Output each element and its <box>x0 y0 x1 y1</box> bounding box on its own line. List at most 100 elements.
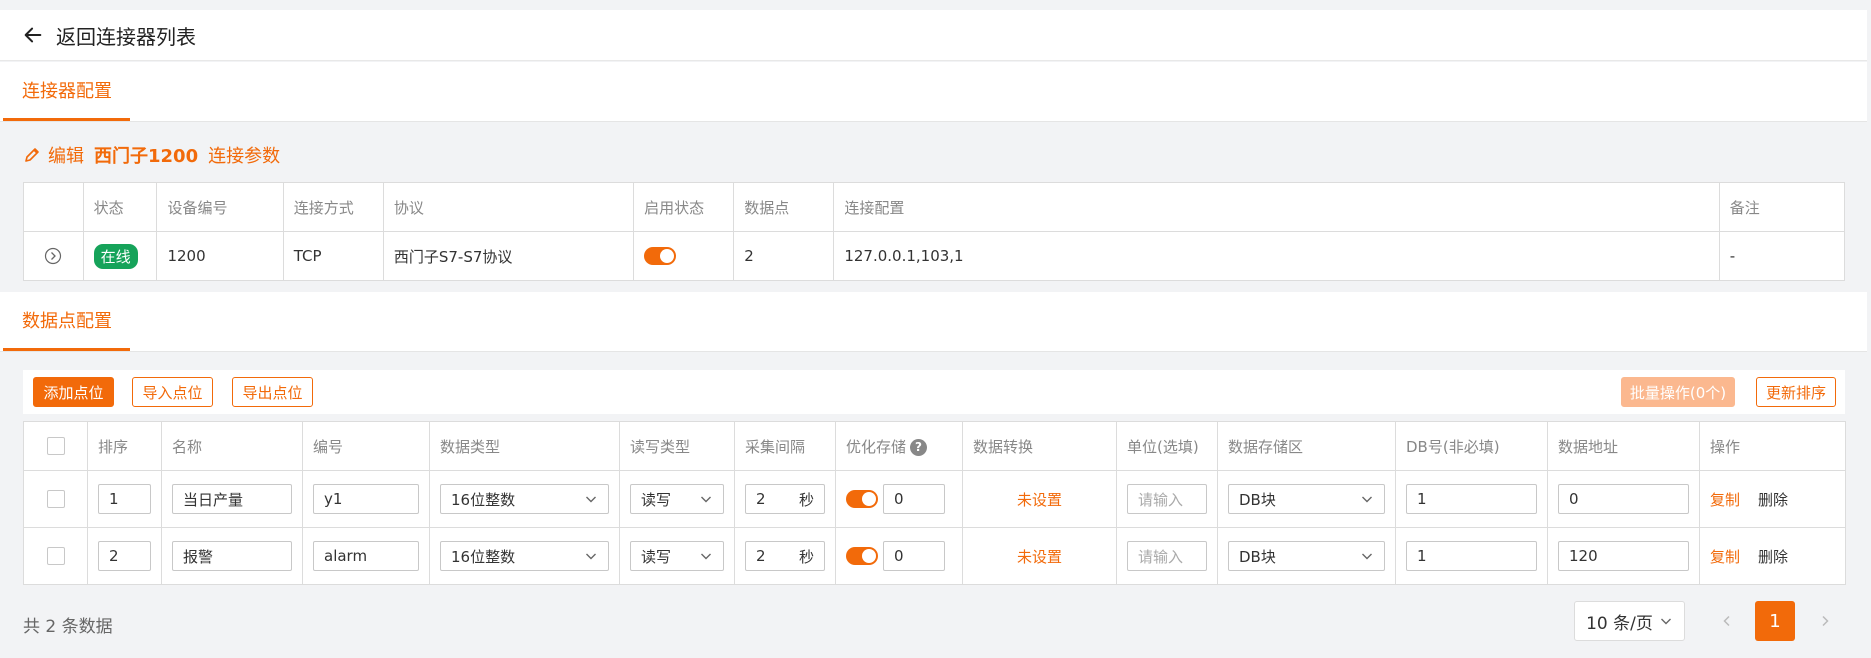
addr-input[interactable]: 0 <box>1558 484 1689 514</box>
dtype-cell: 16位整数 <box>429 527 620 585</box>
tab-connector-config[interactable]: 连接器配置 <box>3 61 130 121</box>
total-count: 共 2 条数据 <box>23 617 113 637</box>
code-input[interactable]: y1 <box>313 484 419 514</box>
convert-link[interactable]: 未设置 <box>1017 491 1062 509</box>
copy-link[interactable]: 复制 <box>1710 548 1740 566</box>
chevron-down-icon <box>1660 618 1671 625</box>
add-point-button[interactable]: 添加点位 <box>33 377 114 407</box>
rw-select[interactable]: 读写 <box>630 541 724 571</box>
interval-input[interactable]: 2秒 <box>745 541 825 571</box>
db-input[interactable]: 1 <box>1406 484 1537 514</box>
col-opt-storage-label: 优化存储 <box>846 437 907 456</box>
page-size-value: 10 条/页 <box>1586 613 1653 634</box>
opt-storage-toggle[interactable] <box>846 490 878 508</box>
connector-table: 状态 设备编号 连接方式 协议 启用状态 数据点 连接配置 备注 在线 1200 <box>23 182 1846 281</box>
import-points-button[interactable]: 导入点位 <box>132 377 213 407</box>
addr-input[interactable]: 120 <box>1558 541 1689 571</box>
col-db: DB号(非必填) <box>1395 421 1548 471</box>
enabled-cell <box>633 231 735 281</box>
help-icon[interactable]: ? <box>910 438 928 456</box>
status-badge: 在线 <box>93 243 138 269</box>
delete-link[interactable]: 删除 <box>1758 491 1788 509</box>
interval-cell: 2秒 <box>734 527 836 585</box>
page-number-button[interactable]: 1 <box>1755 601 1795 641</box>
opt-storage-input[interactable]: 0 <box>883 541 945 571</box>
db-cell: 1 <box>1395 527 1548 585</box>
delete-link[interactable]: 删除 <box>1758 548 1788 566</box>
back-bar[interactable]: 返回连接器列表 <box>0 10 1867 61</box>
points-table-header: 排序 名称 编号 数据类型 读写类型 采集间隔 优化存储? 数据转换 单位(选填… <box>23 421 1846 471</box>
update-order-button[interactable]: 更新排序 <box>1756 377 1836 407</box>
pencil-icon <box>25 148 39 162</box>
db-cell: 1 <box>1395 470 1548 528</box>
dtype-cell: 16位整数 <box>429 470 620 528</box>
area-select[interactable]: DB块 <box>1228 541 1385 571</box>
convert-link[interactable]: 未设置 <box>1017 548 1062 566</box>
chevron-down-icon <box>586 553 596 560</box>
col-enabled: 启用状态 <box>633 182 735 232</box>
page: 返回连接器列表 连接器配置 编辑 西门子1200 连接参数 状态 设备编号 连接… <box>0 0 1871 658</box>
col-convert: 数据转换 <box>962 421 1117 471</box>
prev-page-button[interactable] <box>1712 601 1742 641</box>
code-input[interactable]: alarm <box>313 541 419 571</box>
batch-operation-button[interactable]: 批量操作(0个) <box>1621 377 1735 407</box>
back-to-list-link[interactable]: 返回连接器列表 <box>56 21 196 50</box>
area-select[interactable]: DB块 <box>1228 484 1385 514</box>
rw-cell: 读写 <box>619 470 735 528</box>
points-cell: 2 <box>733 231 835 281</box>
name-input[interactable]: 报警 <box>172 541 292 571</box>
db-input[interactable]: 1 <box>1406 541 1537 571</box>
col-status: 状态 <box>82 182 158 232</box>
col-opt-storage: 优化存储? <box>835 421 963 471</box>
code-cell: alarm <box>302 527 430 585</box>
edit-suffix: 连接参数 <box>208 146 281 167</box>
actions-cell: 复制 删除 <box>1699 470 1846 528</box>
enabled-toggle[interactable] <box>644 247 677 266</box>
export-points-button[interactable]: 导出点位 <box>232 377 313 407</box>
expand-cell[interactable] <box>23 231 84 281</box>
row-checkbox[interactable] <box>46 490 65 509</box>
name-input[interactable]: 当日产量 <box>172 484 292 514</box>
page-size-select[interactable]: 10 条/页 <box>1574 601 1685 641</box>
dtype-value: 16位整数 <box>451 490 516 509</box>
unit-cell: 请输入 <box>1116 470 1218 528</box>
select-cell <box>23 470 88 528</box>
opt-storage-input[interactable]: 0 <box>883 484 945 514</box>
config-cell: 127.0.0.1,103,1 <box>833 231 1720 281</box>
next-page-button[interactable] <box>1810 601 1840 641</box>
copy-link[interactable]: 复制 <box>1710 491 1740 509</box>
connector-config-tabbar: 连接器配置 <box>0 62 1867 122</box>
tab-datapoint-config[interactable]: 数据点配置 <box>3 291 130 351</box>
convert-cell: 未设置 <box>962 527 1117 585</box>
interval-unit: 秒 <box>798 547 814 566</box>
col-area: 数据存储区 <box>1217 421 1396 471</box>
rw-select[interactable]: 读写 <box>630 484 724 514</box>
chevron-down-icon <box>701 553 711 560</box>
actions-cell: 复制 删除 <box>1699 527 1846 585</box>
row-checkbox[interactable] <box>46 547 65 566</box>
unit-input[interactable]: 请输入 <box>1127 541 1207 571</box>
interval-value: 2 <box>756 490 766 508</box>
col-device-no: 设备编号 <box>156 182 284 232</box>
device-no-cell: 1200 <box>156 231 284 281</box>
opt-storage-toggle[interactable] <box>846 547 878 565</box>
interval-unit: 秒 <box>798 490 814 509</box>
unit-input[interactable]: 请输入 <box>1127 484 1207 514</box>
dtype-select[interactable]: 16位整数 <box>440 484 609 514</box>
col-points: 数据点 <box>733 182 835 232</box>
dtype-select[interactable]: 16位整数 <box>440 541 609 571</box>
order-input[interactable]: 1 <box>98 484 151 514</box>
expand-circle-icon[interactable] <box>44 247 62 265</box>
opt-storage-cell: 0 <box>835 470 963 528</box>
arrow-left-icon[interactable] <box>22 24 44 46</box>
col-order: 排序 <box>87 421 162 471</box>
col-conn-type: 连接方式 <box>282 182 384 232</box>
order-input[interactable]: 2 <box>98 541 151 571</box>
col-unit: 单位(选填) <box>1116 421 1218 471</box>
interval-cell: 2秒 <box>734 470 836 528</box>
connector-table-header: 状态 设备编号 连接方式 协议 启用状态 数据点 连接配置 备注 <box>23 182 1846 232</box>
col-expand <box>23 182 84 232</box>
select-all-checkbox[interactable] <box>46 437 65 456</box>
chevron-down-icon <box>1362 496 1372 503</box>
interval-input[interactable]: 2秒 <box>745 484 825 514</box>
